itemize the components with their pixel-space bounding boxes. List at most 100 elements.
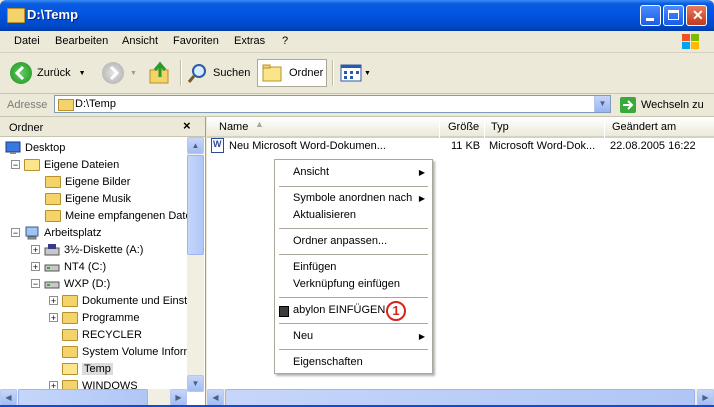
search-icon (187, 64, 206, 83)
go-button[interactable]: Wechseln zu (641, 99, 704, 111)
forward-dropdown-icon[interactable]: ▼ (130, 70, 137, 77)
column-header-size[interactable]: Größe (440, 117, 484, 138)
close-button[interactable]: ✕ (686, 5, 707, 26)
tree-item-eigene-dateien[interactable]: − Eigene Dateien (11, 156, 119, 173)
title-bar[interactable]: D:\Temp ✕ (0, 0, 714, 31)
tree-item-programme[interactable]: + Programme (49, 309, 139, 326)
close-pane-icon[interactable]: × (183, 118, 191, 133)
tree-item-system-volume-information[interactable]: System Volume Inforn (62, 343, 187, 360)
collapse-icon[interactable]: − (11, 160, 20, 170)
folders-button[interactable]: Ordner (257, 59, 327, 87)
menu-datei[interactable]: Datei (14, 35, 40, 47)
hard-drive-icon (44, 281, 60, 288)
toolbar-separator (332, 60, 334, 86)
folder-icon (62, 328, 78, 341)
file-modified: 22.08.2005 16:22 (610, 140, 696, 152)
tree-item-wxp[interactable]: − WXP (D:) (31, 275, 110, 292)
tree-item-desktop[interactable]: Desktop (5, 139, 65, 156)
search-label: Suchen (213, 67, 251, 79)
tree-item-temp[interactable]: Temp (62, 360, 113, 377)
expand-icon[interactable]: + (31, 262, 40, 272)
tree-item-diskette[interactable]: + 3½-Diskette (A:) (31, 241, 143, 258)
back-dropdown-icon[interactable]: ▼ (79, 70, 86, 77)
expand-icon[interactable]: + (31, 245, 40, 255)
folder-icon (45, 209, 61, 222)
context-menu: Ansicht ▶ Symbole anordnen nach ▶ Aktual… (274, 159, 433, 374)
scroll-left-icon[interactable]: ◀ (0, 389, 17, 406)
submenu-arrow-icon: ▶ (418, 332, 425, 341)
folders-label: Ordner (289, 67, 324, 79)
back-button[interactable]: Zurück ▼ (10, 59, 86, 87)
search-button[interactable]: Suchen (187, 59, 250, 87)
column-header-modified[interactable]: Geändert am (605, 117, 714, 138)
scroll-thumb[interactable] (18, 389, 148, 406)
scroll-right-icon[interactable]: ▶ (170, 389, 187, 406)
scroll-left-icon[interactable]: ◀ (207, 389, 224, 406)
tree-item-arbeitsplatz[interactable]: − Arbeitsplatz (11, 224, 101, 241)
menu-separator (279, 323, 428, 324)
menu-item-verknuepfung-einfuegen[interactable]: Verknüpfung einfügen (293, 278, 400, 290)
file-size: 11 KB (451, 140, 481, 152)
scroll-up-icon[interactable]: ▲ (187, 137, 204, 154)
views-dropdown-icon: ▼ (364, 69, 371, 77)
maximize-button[interactable] (663, 5, 684, 26)
file-row[interactable]: Neu Microsoft Word-Dokumen... 11 KB Micr… (207, 137, 714, 154)
folder-pane-horizontal-scrollbar[interactable]: ◀ ▶ (0, 389, 187, 406)
menu-item-neu[interactable]: Neu (293, 330, 313, 342)
menu-item-symbole-anordnen[interactable]: Symbole anordnen nach (293, 192, 412, 204)
column-header-name[interactable]: Name ▲ (207, 117, 439, 138)
file-list-horizontal-scrollbar[interactable]: ◀ ▶ (207, 389, 714, 406)
column-header-type[interactable]: Typ (485, 117, 604, 138)
menu-bearbeiten[interactable]: Bearbeiten (55, 35, 108, 47)
scroll-right-icon[interactable]: ▶ (697, 389, 714, 406)
address-dropdown-button[interactable]: ▼ (594, 96, 610, 112)
up-button[interactable] (148, 59, 172, 87)
folder-icon (62, 294, 78, 307)
menu-separator (279, 297, 428, 298)
minimize-button[interactable] (640, 5, 661, 26)
scroll-thumb[interactable] (187, 155, 204, 255)
documents-folder-icon (24, 158, 40, 171)
tree-item-eigene-musik[interactable]: Eigene Musik (45, 190, 131, 207)
tree-item-empfangene-dateien[interactable]: Meine empfangenen Date (45, 207, 187, 224)
menu-help[interactable]: ? (282, 35, 288, 47)
menu-item-abylon-einfuegen[interactable]: abylon EINFÜGEN (293, 304, 385, 316)
explorer-window: D:\Temp ✕ Datei Bearbeiten Ansicht Favor… (0, 0, 714, 407)
windows-logo-icon (682, 34, 699, 49)
menu-extras[interactable]: Extras (234, 35, 265, 47)
expand-icon[interactable]: + (49, 313, 58, 323)
tree-item-eigene-bilder[interactable]: Eigene Bilder (45, 173, 130, 190)
tree-item-nt4[interactable]: + NT4 (C:) (31, 258, 106, 275)
expand-icon[interactable]: + (49, 296, 58, 306)
scroll-thumb[interactable] (225, 389, 695, 406)
menu-item-einfuegen[interactable]: Einfügen (293, 261, 336, 273)
menu-separator (279, 186, 428, 187)
close-icon: ✕ (692, 7, 704, 23)
tree-item-recycler[interactable]: RECYCLER (62, 326, 142, 343)
back-label: Zurück (37, 67, 71, 79)
go-arrow-icon[interactable] (620, 97, 636, 113)
folder-icon (62, 345, 78, 358)
folder-pane: Ordner × Desktop − Eigene Dateien Eigene… (0, 117, 206, 407)
scroll-down-icon[interactable]: ▼ (187, 375, 204, 392)
menu-bar: Datei Bearbeiten Ansicht Favoriten Extra… (0, 31, 714, 53)
views-button[interactable]: ▼ (340, 59, 371, 87)
menu-item-aktualisieren[interactable]: Aktualisieren (293, 209, 356, 221)
menu-item-ansicht[interactable]: Ansicht (293, 166, 329, 178)
menu-item-ordner-anpassen[interactable]: Ordner anpassen... (293, 235, 387, 247)
menu-favoriten[interactable]: Favoriten (173, 35, 219, 47)
address-input[interactable]: D:\Temp ▼ (54, 95, 611, 113)
toolbar: Zurück ▼ ▼ Suchen Ordner ▼ (0, 53, 714, 94)
tree-item-dokumente-und-einstellungen[interactable]: + Dokumente und Einste (49, 292, 187, 309)
abylon-clipboard-icon (279, 306, 289, 317)
callout-number-badge: 1 (386, 301, 406, 321)
folder-pane-vertical-scrollbar[interactable]: ▲ ▼ (187, 137, 204, 392)
open-folder-icon (62, 362, 78, 375)
maximize-icon (668, 10, 679, 20)
menu-ansicht[interactable]: Ansicht (122, 35, 158, 47)
views-icon (340, 64, 362, 82)
forward-button[interactable]: ▼ (102, 59, 137, 87)
menu-item-eigenschaften[interactable]: Eigenschaften (293, 356, 363, 368)
collapse-icon[interactable]: − (31, 279, 40, 289)
collapse-icon[interactable]: − (11, 228, 20, 238)
